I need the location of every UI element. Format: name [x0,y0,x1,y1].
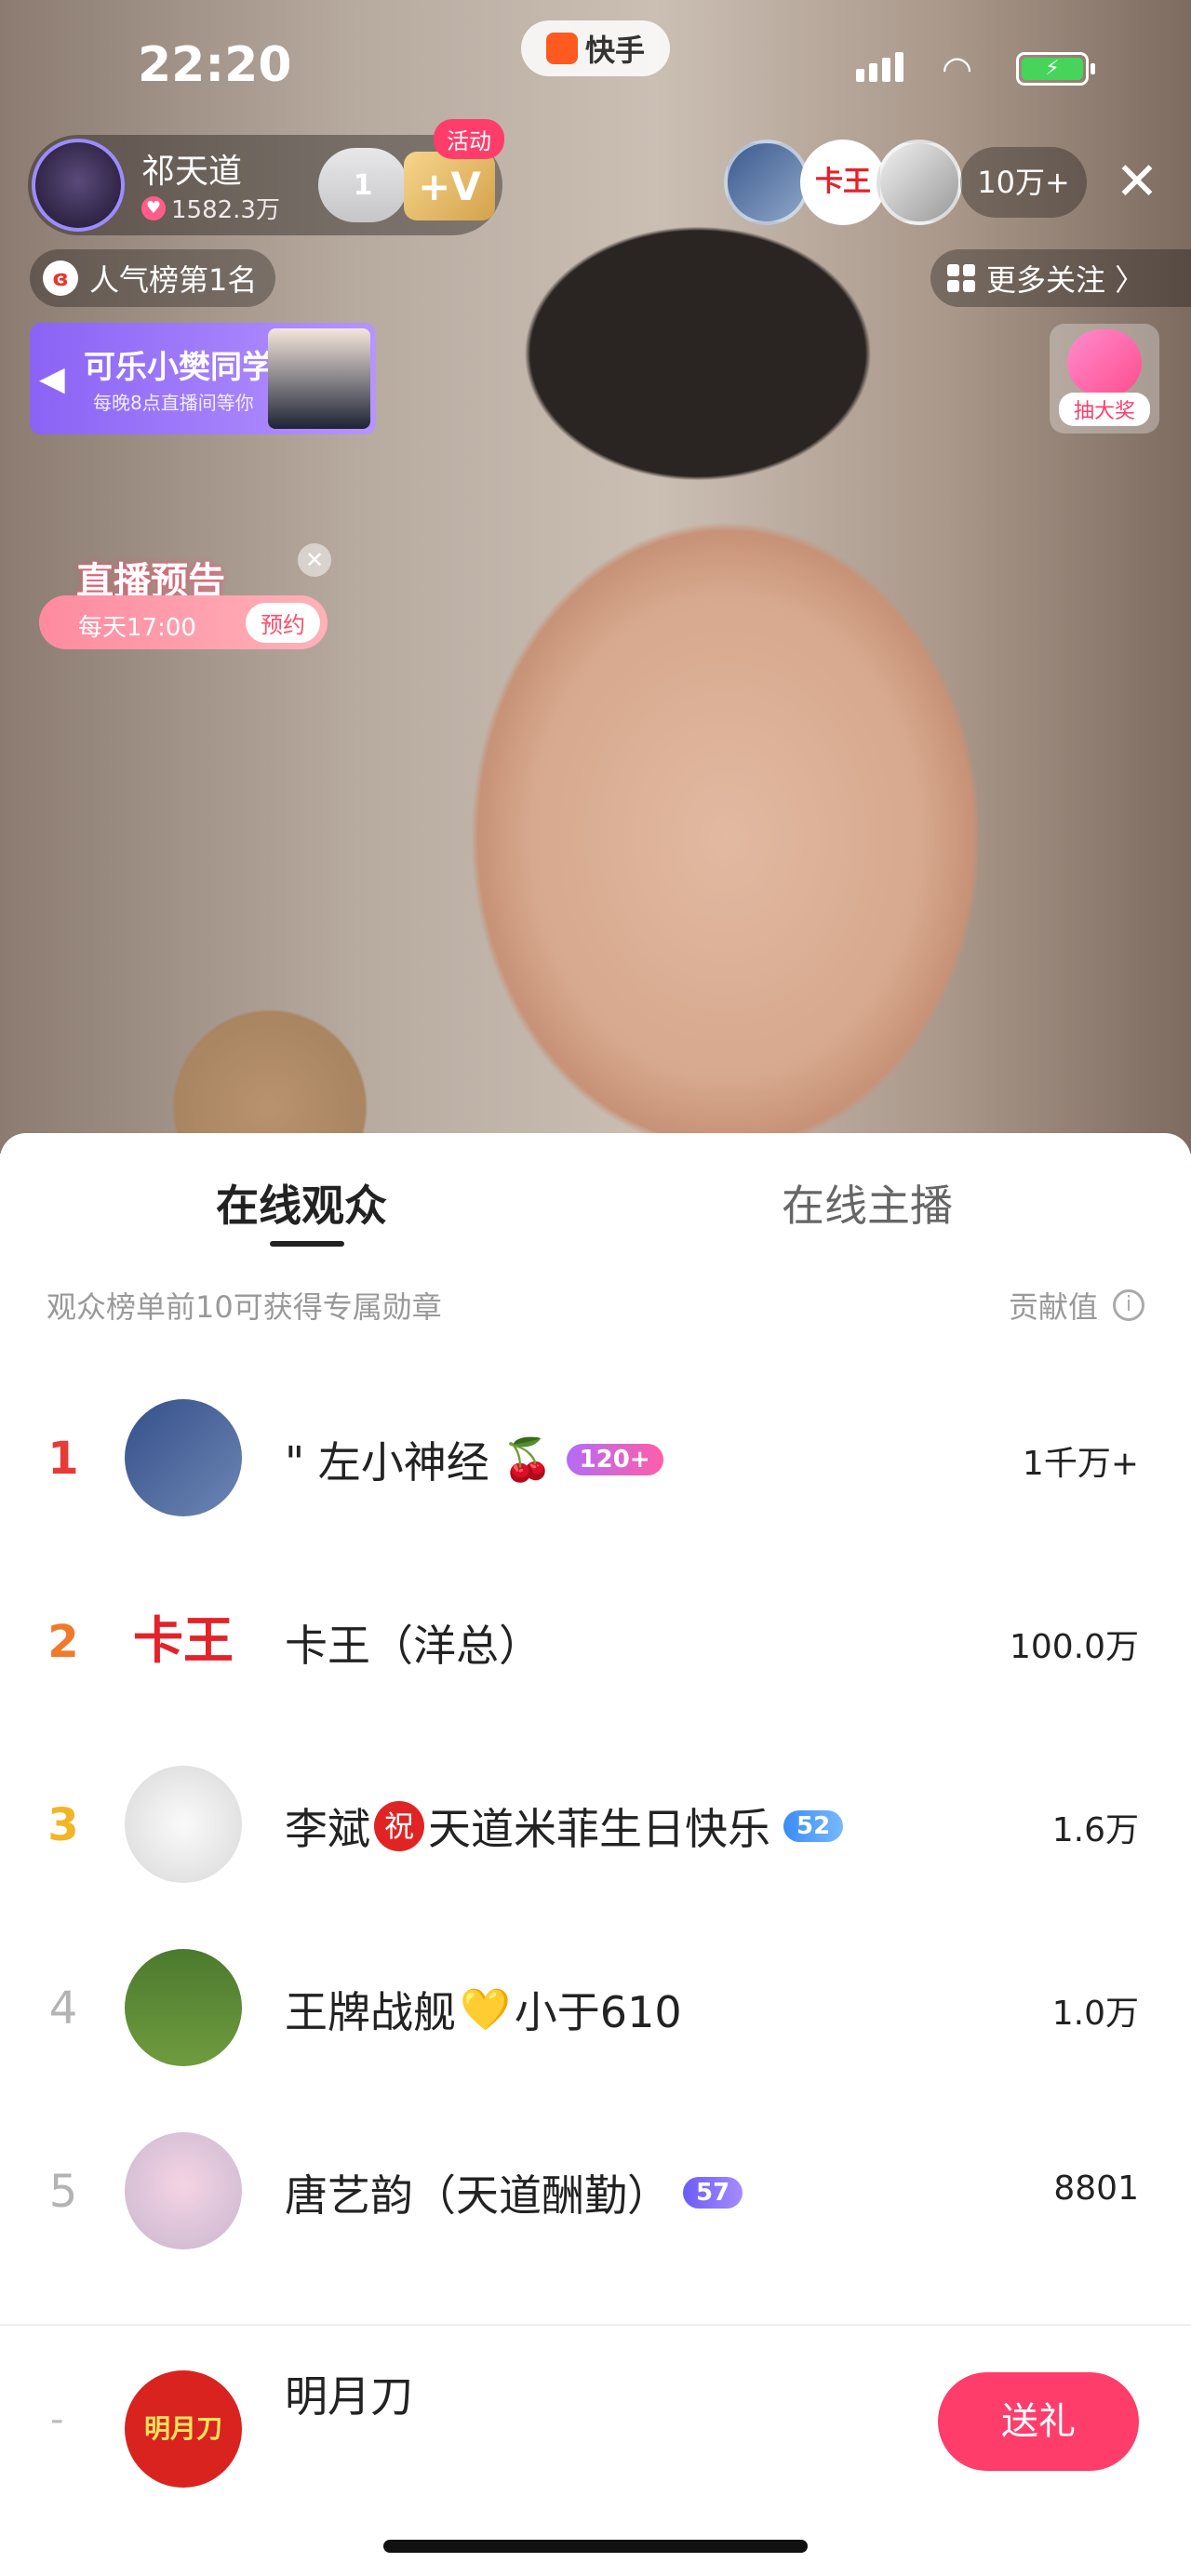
rank-number: 1 [47,1433,79,1485]
fans-club-button[interactable]: 1 [318,148,408,222]
preview-time: 每天17:00 [78,614,196,642]
host-name: 祁天道 [141,153,243,191]
send-gift-button[interactable]: 送礼 [938,2372,1139,2471]
yellow-heart-icon: 💛 [460,1986,511,2034]
popularity-rank-label: 人气榜第1名 [89,262,258,298]
avatar[interactable] [125,1949,242,2066]
host-likes-count: 1582.3万 [171,196,280,224]
user-name-part: 李斌 [285,1804,370,1854]
list-item[interactable]: 5 唐艺韵（天道酬勤） 57 8801 [0,2108,1191,2291]
rank-number: 3 [47,1799,79,1851]
audience-rank-list[interactable]: 1 " 左小神经 🍒 120+ 1千万+ 2 卡王 卡王（洋总） 100.0万 … [0,1375,1191,2305]
viewer-avatar[interactable]: 卡王 [800,140,886,225]
row-name: " 左小神经 🍒 120+ [285,1429,663,1490]
row-name: 唐艺韵（天道酬勤） 57 [285,2162,743,2223]
tab-online-audience[interactable]: 在线观众 [216,1172,387,1234]
kuaishou-logo-icon [545,33,578,64]
grid-icon [947,264,975,292]
status-bar: 22:20 快手 ◠ ⚡ [0,0,1191,121]
live-preview-card[interactable]: 直播预告 ✕ 每天17:00 预约 [39,543,337,653]
sheet-tabs: 在线观众 在线主播 [0,1133,1191,1254]
live-video[interactable]: 22:20 快手 ◠ ⚡ 祁天道 ♥ 1582.3万 1 +V 活动 卡王 10… [0,0,1191,1154]
viewer-count-button[interactable]: 10万+ [960,147,1087,218]
heart-icon: ♥ [141,195,166,220]
user-name: 卡王（洋总） [285,1621,542,1671]
avatar[interactable] [125,1399,242,1516]
list-header-note: 观众榜单前10可获得专属勋章 [47,1289,442,1325]
contribution-value: 1.0万 [1051,1995,1139,2033]
row-name: 王牌战舰 💛 小于610 [285,1979,682,2040]
host-likes: ♥ 1582.3万 [141,191,280,225]
host-avatar[interactable] [32,139,125,232]
reserve-button[interactable]: 预约 [246,603,320,643]
more-follow-button[interactable]: 更多关注 〉 [930,249,1191,307]
activity-tag[interactable]: 活动 [434,119,504,159]
tab-underline [270,1241,344,1247]
rank-number: 5 [48,2166,78,2218]
avatar[interactable] [125,2132,242,2249]
row-name: 卡王（洋总） [285,1612,542,1674]
contribution-value: 1.6万 [1051,1811,1139,1849]
level-badge: 120+ [566,1444,663,1475]
my-avatar[interactable]: 明月刀 [125,2370,242,2488]
my-name: 明月刀 [285,2371,413,2422]
info-icon[interactable]: i [1113,1289,1144,1321]
promo-photo [268,328,370,429]
app-name: 快手 [584,33,645,68]
list-item[interactable]: 1 " 左小神经 🍒 120+ 1千万+ [0,1375,1191,1558]
my-rank-number: - [50,2398,64,2441]
host-card[interactable]: 祁天道 ♥ 1582.3万 1 +V [28,135,502,235]
contribution-value: 100.0万 [1009,1628,1139,1666]
viewer-avatar[interactable] [877,140,962,225]
lottery-button[interactable]: 抽大奖 [1050,324,1159,434]
gift-bag-icon [1067,329,1142,396]
home-indicator[interactable] [383,2540,808,2553]
contribution-value: 1千万+ [1022,1445,1139,1483]
user-name: " 左小神经 [285,1437,489,1488]
follow-v-button[interactable]: +V [404,152,495,220]
close-icon[interactable]: ✕ [298,543,331,577]
status-time: 22:20 [138,37,292,93]
top-viewer-avatars[interactable]: 卡王 [724,140,966,225]
cherry-icon: 🍒 [502,1436,554,1484]
user-name-part: 王牌战舰 [285,1987,456,2037]
rank-flame-icon: ɞ [43,260,78,296]
bless-icon: 祝 [374,1801,424,1851]
user-name-part: 天道米菲生日快乐 [428,1804,770,1854]
promo-banner[interactable]: ◀ 可乐小樊同学 每晚8点直播间等你 [30,323,376,434]
promo-subtitle: 每晚8点直播间等你 [93,392,254,414]
wifi-icon: ◠ [942,48,973,89]
contribution-value: 8801 [1053,2169,1139,2208]
promo-title: 可乐小樊同学 [84,349,274,386]
audience-sheet: 在线观众 在线主播 观众榜单前10可获得专属勋章 贡献值 i 1 " 左小神经 … [0,1133,1191,2576]
my-rank-bar: - 明月刀 明月刀 送礼 [0,2324,1191,2510]
caret-left-icon: ◀ [39,360,65,398]
user-name: 唐艺韵（天道酬勤） [285,2170,670,2221]
list-item[interactable]: 2 卡王 卡王（洋总） 100.0万 [0,1558,1191,1742]
battery-icon: ⚡ [1016,52,1095,86]
level-badge: 52 [783,1810,844,1842]
viewer-avatar[interactable] [724,140,810,225]
list-header: 观众榜单前10可获得专属勋章 贡献值 i [47,1284,1144,1327]
avatar[interactable] [125,1766,242,1883]
preview-bar: 每天17:00 预约 [39,595,328,649]
level-badge: 57 [683,2177,743,2209]
list-item[interactable]: 4 王牌战舰 💛 小于610 1.0万 [0,1925,1191,2108]
contribution-label: 贡献值 [1008,1289,1098,1325]
cellular-signal-icon [856,52,903,82]
user-name-part: 小于610 [514,1987,682,2037]
app-switch-pill[interactable]: 快手 [521,20,670,76]
rank-number: 4 [48,1982,78,2035]
lottery-label: 抽大奖 [1059,393,1150,426]
rank-number: 2 [47,1616,79,1668]
avatar[interactable]: 卡王 [125,1582,242,1700]
more-follow-label: 更多关注 〉 [986,262,1145,298]
tab-online-hosts[interactable]: 在线主播 [782,1172,953,1234]
close-icon[interactable]: ✕ [1107,149,1167,216]
list-item[interactable]: 3 李斌 祝 天道米菲生日快乐 52 1.6万 [0,1742,1191,1925]
row-name: 李斌 祝 天道米菲生日快乐 52 [285,1795,844,1857]
popularity-rank-pill[interactable]: ɞ 人气榜第1名 [30,249,276,307]
